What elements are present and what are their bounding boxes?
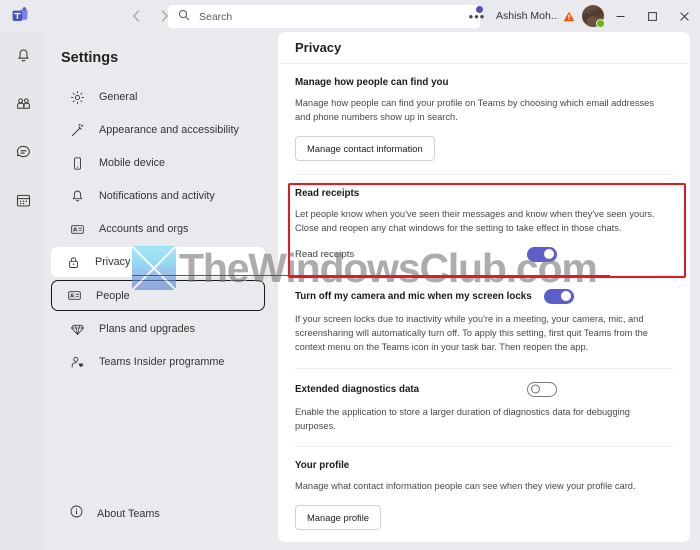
calendar-icon: [15, 192, 32, 214]
id-card-icon: [69, 221, 86, 238]
sidebar-item-privacy[interactable]: Privacy: [51, 247, 265, 277]
sidebar-title: Settings: [61, 50, 119, 66]
section-description: Enable the application to store a larger…: [295, 406, 630, 431]
sidebar-item-about-teams[interactable]: About Teams: [55, 500, 160, 528]
section-camera-mic-screen-lock: Turn off my camera and mic when my scree…: [295, 276, 673, 369]
sidebar-item-label: Plans and upgrades: [99, 323, 196, 335]
id-card-icon: [66, 287, 83, 304]
section-heading: Extended diagnostics data: [295, 383, 420, 395]
rail-item-calendar[interactable]: [10, 190, 36, 216]
sidebar-nav-list: General Appearance and accessibility Mob…: [46, 82, 278, 377]
camera-mic-toggle[interactable]: [543, 288, 574, 304]
section-heading: Read receipts: [295, 187, 360, 199]
privacy-settings-panel: Privacy Manage how people can find you M…: [278, 32, 690, 542]
phone-icon: [69, 155, 86, 172]
sidebar-item-people[interactable]: People: [51, 280, 265, 311]
section-description: Let people know when you've seen their m…: [295, 208, 655, 233]
panel-body: Manage how people can find you Manage ho…: [278, 64, 690, 542]
rail-item-activity[interactable]: [10, 46, 36, 72]
close-button[interactable]: [668, 0, 700, 32]
section-description: Manage what contact information people c…: [295, 481, 636, 492]
section-your-profile: Your profile Manage what contact informa…: [295, 447, 673, 542]
magic-wand-icon: [69, 122, 86, 139]
sidebar-item-accounts[interactable]: Accounts and orgs: [55, 214, 269, 244]
back-button[interactable]: [129, 9, 143, 23]
manage-contact-information-button[interactable]: Manage contact information: [295, 135, 435, 161]
more-options-button[interactable]: •••: [464, 4, 490, 28]
section-heading: Your profile: [295, 460, 350, 472]
section-heading: Manage how people can find you: [295, 77, 449, 88]
diagnostics-heading-row: Extended diagnostics data: [295, 381, 557, 397]
search-icon: [178, 8, 190, 26]
user-name-label: Ashish Moh...: [496, 10, 558, 22]
section-manage-find-you: Manage how people can find you Manage ho…: [295, 64, 673, 175]
notification-dot-icon: [476, 6, 483, 13]
teams-settings-window: Search ••• Ashish Moh... Settings Genera…: [0, 0, 700, 550]
read-receipts-row: Read receipts: [295, 246, 557, 262]
sidebar-item-label: Mobile device: [99, 157, 166, 169]
sidebar-item-notifications[interactable]: Notifications and activity: [55, 181, 269, 211]
sidebar-item-label: Notifications and activity: [99, 190, 215, 202]
toggle-knob: [544, 249, 554, 260]
section-read-receipts: Read receipts Let people know when you'v…: [295, 175, 673, 276]
navigation-arrows: [129, 9, 171, 23]
app-rail: [0, 32, 46, 550]
teams-logo-icon: [9, 5, 31, 27]
minimize-button[interactable]: [604, 0, 636, 32]
search-placeholder: Search: [199, 10, 233, 23]
sidebar-item-mobile-device[interactable]: Mobile device: [55, 148, 269, 178]
toggle-knob: [530, 384, 540, 394]
sidebar-item-label: Privacy: [95, 256, 131, 268]
avatar[interactable]: [582, 5, 605, 28]
titlebar-right-controls: ••• Ashish Moh...: [464, 0, 700, 32]
bell-icon: [69, 188, 86, 205]
panel-header: Privacy: [278, 32, 690, 64]
maximize-button[interactable]: [636, 0, 668, 32]
section-heading: Turn off my camera and mic when my scree…: [295, 290, 532, 302]
lock-icon: [65, 254, 82, 271]
section-extended-diagnostics: Extended diagnostics data Enable the app…: [295, 369, 673, 448]
people-icon: [15, 96, 32, 118]
camera-mic-heading-row: Turn off my camera and mic when my scree…: [295, 288, 673, 304]
sidebar-item-appearance[interactable]: Appearance and accessibility: [55, 115, 269, 145]
manage-profile-button[interactable]: Manage profile: [295, 505, 382, 531]
page-title: Privacy: [295, 40, 342, 55]
warning-triangle-icon[interactable]: [563, 11, 575, 22]
sidebar-item-label: Teams Insider programme: [99, 356, 225, 368]
info-icon: [69, 504, 84, 524]
sidebar-item-plans[interactable]: Plans and upgrades: [55, 314, 269, 344]
rail-item-teams[interactable]: [10, 94, 36, 120]
diamond-icon: [69, 321, 86, 338]
sidebar-item-general[interactable]: General: [55, 82, 269, 112]
presence-available-icon: [596, 19, 605, 28]
extended-diagnostics-toggle[interactable]: [527, 381, 557, 397]
read-receipts-toggle[interactable]: [527, 246, 557, 262]
read-receipts-label: Read receipts: [295, 248, 355, 260]
person-heart-icon: [69, 354, 86, 371]
sidebar-item-label: About Teams: [97, 508, 160, 520]
section-description: Manage how people can find your profile …: [295, 98, 655, 122]
settings-sidebar: Settings General Appearance and accessib…: [46, 32, 278, 550]
sidebar-item-label: Appearance and accessibility: [99, 124, 239, 136]
toggle-knob: [560, 291, 571, 302]
sidebar-item-teams-insider[interactable]: Teams Insider programme: [55, 347, 269, 377]
title-bar: Search ••• Ashish Moh...: [0, 0, 700, 32]
sidebar-item-label: General: [99, 91, 138, 103]
search-input[interactable]: Search: [168, 5, 480, 28]
chat-icon: [15, 144, 32, 166]
section-description: If your screen locks due to inactivity w…: [295, 313, 648, 352]
bell-icon: [15, 48, 32, 70]
gear-icon: [69, 89, 86, 106]
sidebar-item-label: People: [96, 289, 130, 302]
sidebar-item-label: Accounts and orgs: [99, 223, 189, 235]
rail-item-chat[interactable]: [10, 142, 36, 168]
